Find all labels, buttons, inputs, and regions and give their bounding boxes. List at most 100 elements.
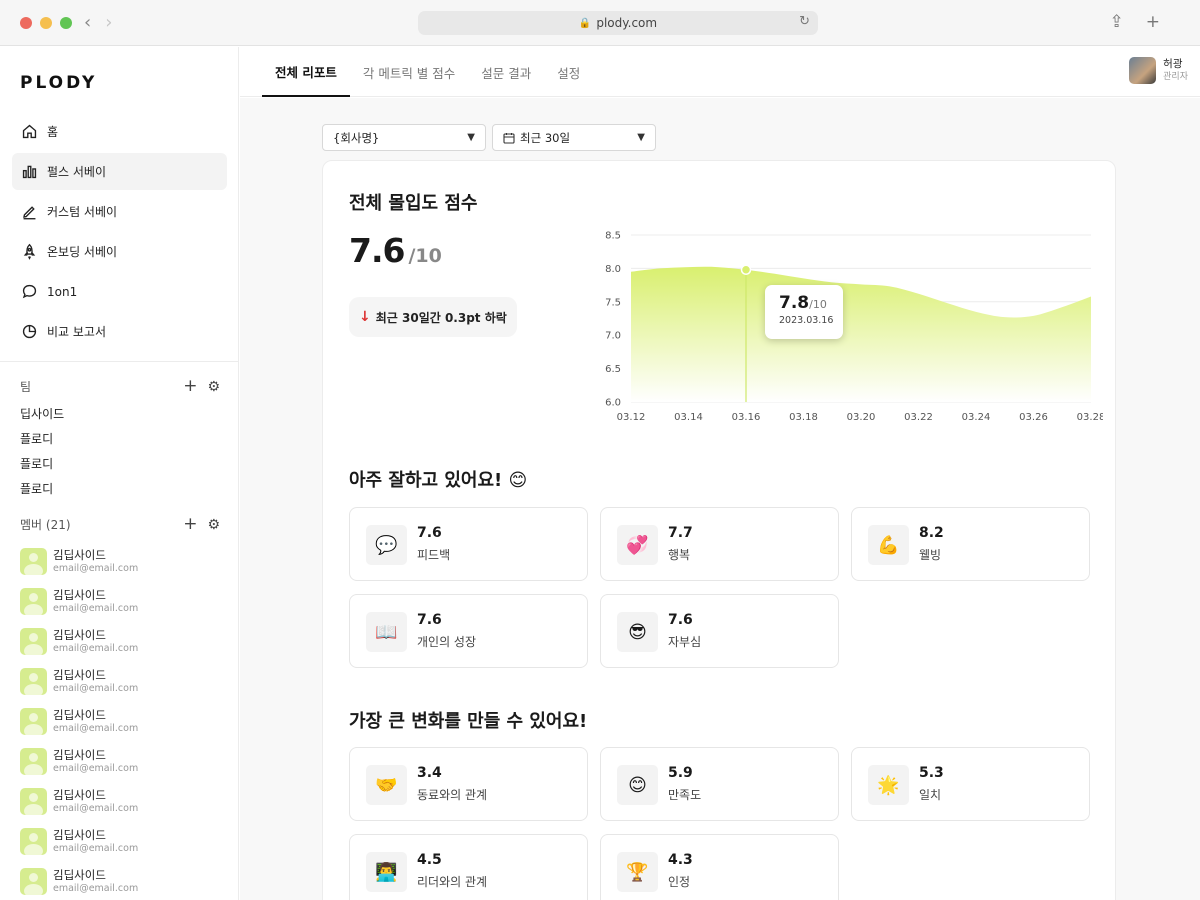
sidebar-item-1on1[interactable]: 1on1 (12, 273, 227, 310)
app-logo[interactable]: PLODY (20, 73, 97, 93)
avatar (20, 587, 47, 615)
close-window-button[interactable] (20, 17, 32, 29)
tooltip-date: 2023.03.16 (779, 315, 834, 326)
sidebar-item-pulse-survey[interactable]: 펄스 서베이 (12, 153, 227, 190)
overall-score-value: 7.6 (349, 231, 405, 270)
member-item[interactable]: 김딥사이드 email@email.com (20, 541, 138, 581)
metric-label: 동료와의 관계 (417, 788, 488, 802)
chart-tooltip: 7.8/10 2023.03.16 (765, 285, 843, 339)
tab-settings[interactable]: 설정 (544, 47, 593, 97)
user-name: 허광 (1163, 58, 1183, 70)
team-item[interactable]: 딥사이드 (20, 402, 64, 427)
flexed-bicep-icon: 💪 (868, 525, 909, 565)
metric-score: 5.9 (668, 765, 693, 781)
avatar (1129, 57, 1157, 84)
metric-label: 자부심 (668, 635, 702, 649)
y-tick-label: 7.0 (605, 331, 621, 342)
main-content: {회사명} ▼ 최근 30일 ▼ 전체 몰입도 점수 7.6 /10 ↓ 최근 … (240, 98, 1200, 900)
sidebar-item-custom-survey[interactable]: 커스텀 서베이 (12, 193, 227, 230)
metric-card-recognition[interactable]: 🏆 4.3 인정 (600, 834, 839, 900)
x-tick-label: 03.18 (789, 412, 818, 423)
y-tick-label: 6.5 (605, 364, 621, 375)
x-tick-label: 03.28 (1077, 412, 1103, 423)
sidebar-divider (0, 361, 238, 362)
member-item[interactable]: 김딥사이드 email@email.com (20, 741, 138, 781)
metric-card-peer-relations[interactable]: 🤝 3.4 동료와의 관계 (349, 747, 588, 821)
member-settings-gear-icon[interactable]: ⚙ (207, 517, 220, 533)
metric-card-personal-growth[interactable]: 📖 7.6 개인의 성장 (349, 594, 588, 668)
company-select[interactable]: {회사명} ▼ (322, 124, 486, 151)
x-tick-label: 03.14 (674, 412, 703, 423)
sidebar-item-label: 비교 보고서 (47, 325, 107, 339)
metric-card-feedback[interactable]: 💬 7.6 피드백 (349, 507, 588, 581)
metric-card-wellbeing[interactable]: 💪 8.2 웰빙 (851, 507, 1090, 581)
team-list: 딥사이드 플로디 플로디 플로디 (20, 402, 64, 502)
speech-bubble-icon: 💬 (366, 525, 407, 565)
member-email: email@email.com (53, 882, 139, 894)
url-text: plody.com (596, 16, 658, 30)
member-email: email@email.com (53, 802, 139, 814)
metric-label: 웰빙 (919, 548, 942, 562)
metric-card-happiness[interactable]: 💞 7.7 행복 (600, 507, 839, 581)
sidebar-item-comparison-report[interactable]: 비교 보고서 (12, 313, 227, 350)
avatar (20, 747, 47, 775)
team-item[interactable]: 플로디 (20, 477, 64, 502)
address-bar[interactable]: 🔒 plody.com ↻ (418, 11, 818, 35)
x-tick-label: 03.26 (1019, 412, 1048, 423)
member-item[interactable]: 김딥사이드 email@email.com (20, 581, 138, 621)
metric-score: 3.4 (417, 765, 442, 781)
metric-label: 행복 (668, 548, 691, 562)
maximize-window-button[interactable] (60, 17, 72, 29)
report-card: 전체 몰입도 점수 7.6 /10 ↓ 최근 30일간 0.3pt 하락 6.0… (322, 160, 1116, 900)
add-team-plus-icon[interactable]: + (183, 378, 197, 395)
chart-hover-point[interactable] (740, 264, 752, 275)
reload-icon[interactable]: ↻ (799, 14, 810, 29)
new-tab-plus-icon[interactable]: + (1146, 12, 1160, 32)
team-item[interactable]: 플로디 (20, 427, 64, 452)
member-email: email@email.com (53, 562, 139, 574)
avatar (20, 667, 47, 695)
metric-label: 피드백 (417, 548, 451, 562)
tab-metric-scores[interactable]: 각 메트릭 별 점수 (350, 47, 468, 97)
add-member-plus-icon[interactable]: + (183, 516, 197, 533)
member-item[interactable]: 김딥사이드 email@email.com (20, 661, 138, 701)
member-email: email@email.com (53, 642, 139, 654)
member-item[interactable]: 김딥사이드 email@email.com (20, 701, 138, 741)
forward-arrow-icon[interactable]: › (105, 12, 112, 33)
metric-card-satisfaction[interactable]: 😊 5.9 만족도 (600, 747, 839, 821)
overall-score-title: 전체 몰입도 점수 (349, 193, 478, 214)
tab-survey-results[interactable]: 설문 결과 (468, 47, 544, 97)
member-list: 김딥사이드 email@email.com 김딥사이드 email@email.co… (20, 541, 138, 900)
member-item[interactable]: 김딥사이드 email@email.com (20, 821, 138, 861)
metric-card-pride[interactable]: 😎 7.6 자부심 (600, 594, 839, 668)
sidebar: PLODY 홈 펄스 서베이 커스텀 서베이 온보딩 서베이 1on1 비교 보… (0, 47, 239, 900)
metric-label: 인정 (668, 875, 691, 889)
engagement-area-chart: 6.0 6.5 7.0 7.5 8.0 8.5 03.12 03.14 03.16 03.18 0… (605, 231, 1103, 424)
user-profile[interactable]: 허광 관리자 (1129, 57, 1188, 84)
team-item[interactable]: 플로디 (20, 452, 64, 477)
member-item[interactable]: 김딥사이드 email@email.com (20, 621, 138, 661)
metric-card-leader-relations[interactable]: 👨‍💻 4.5 리더와의 관계 (349, 834, 588, 900)
team-settings-gear-icon[interactable]: ⚙ (207, 379, 220, 395)
tooltip-max: /10 (809, 298, 827, 311)
sidebar-item-onboarding-survey[interactable]: 온보딩 서베이 (12, 233, 227, 270)
minimize-window-button[interactable] (40, 17, 52, 29)
avatar (20, 627, 47, 655)
sidebar-item-home[interactable]: 홈 (12, 113, 227, 150)
glowing-star-icon: 🌟 (868, 765, 909, 805)
metric-card-alignment[interactable]: 🌟 5.3 일치 (851, 747, 1090, 821)
metric-score: 7.6 (668, 612, 693, 628)
metric-score: 8.2 (919, 525, 944, 541)
bar-chart-icon (20, 163, 38, 181)
member-item[interactable]: 김딥사이드 email@email.com (20, 781, 138, 821)
share-icon[interactable]: ⇪ (1110, 12, 1124, 32)
sidebar-item-label: 홈 (47, 125, 59, 139)
period-select[interactable]: 최근 30일 ▼ (492, 124, 656, 151)
x-tick-label: 03.24 (962, 412, 991, 423)
tab-overall-report[interactable]: 전체 리포트 (262, 47, 350, 97)
member-item[interactable]: 김딥사이드 email@email.com (20, 861, 138, 900)
back-arrow-icon[interactable]: ‹ (84, 12, 91, 33)
y-tick-label: 7.5 (605, 297, 621, 308)
member-name: 김딥사이드 (53, 827, 106, 842)
metric-label: 일치 (919, 788, 942, 802)
